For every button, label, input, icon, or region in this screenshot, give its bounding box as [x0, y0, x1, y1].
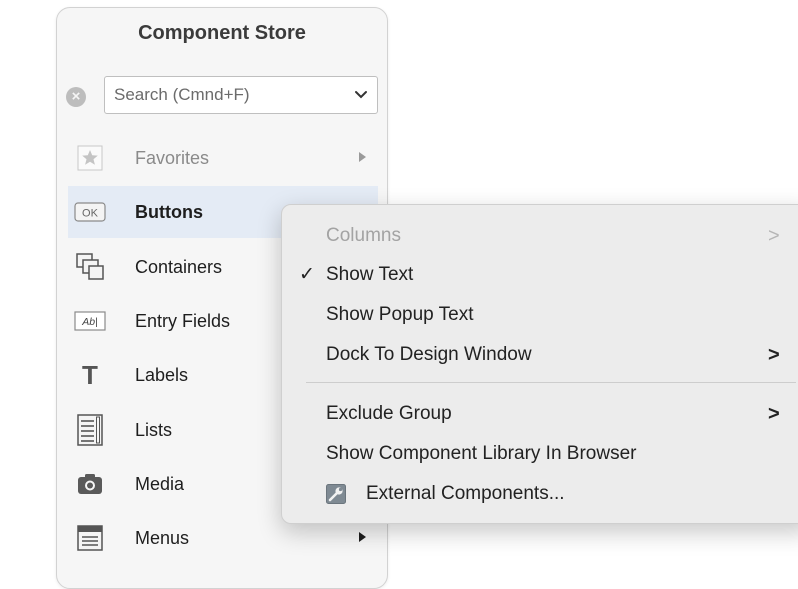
- category-label: Labels: [135, 365, 189, 385]
- stacked-windows-icon: [68, 241, 112, 293]
- menu-item-exclude-group[interactable]: Exclude Group >: [282, 394, 798, 434]
- panel-title: Component Store: [138, 21, 306, 44]
- menu-item-label: Dock To Design Window: [326, 344, 532, 365]
- category-label: Containers: [135, 257, 223, 277]
- t-icon-glyph: T: [82, 359, 98, 390]
- menu-item-columns[interactable]: Columns >: [282, 216, 798, 256]
- search-box: [104, 76, 378, 114]
- menu-item-label: Columns: [326, 225, 401, 246]
- menu-window-icon: [68, 512, 112, 564]
- context-menu: Columns > ✓ Show Text Show Popup Text Do…: [281, 204, 798, 524]
- menu-item-external-components[interactable]: External Components...: [282, 474, 798, 514]
- category-label: Lists: [135, 420, 173, 440]
- menu-item-show-popup-text[interactable]: Show Popup Text: [282, 295, 798, 335]
- search-input[interactable]: [105, 77, 354, 113]
- menu-item-label: Show Popup Text: [326, 304, 474, 325]
- text-field-icon: Ab|: [68, 295, 112, 347]
- menu-item-show-text[interactable]: ✓ Show Text: [282, 255, 798, 295]
- menu-item-show-component-library[interactable]: Show Component Library In Browser: [282, 434, 798, 474]
- ab-icon-text: Ab|: [81, 316, 98, 328]
- submenu-arrow-icon: [359, 152, 366, 162]
- category-label: Media: [135, 474, 185, 494]
- camera-icon: [68, 458, 112, 510]
- menu-item-label: Show Text: [326, 264, 414, 285]
- menu-separator: [306, 382, 796, 383]
- star-icon: [68, 132, 112, 184]
- menu-item-label: Show Component Library In Browser: [326, 443, 637, 464]
- wrench-icon: [326, 484, 346, 504]
- category-label: Favorites: [135, 148, 210, 168]
- checkmark-icon: ✓: [299, 264, 315, 285]
- text-t-icon: T: [68, 349, 112, 401]
- chevron-right-icon: >: [768, 403, 780, 425]
- category-label: Entry Fields: [135, 311, 231, 331]
- category-label: Buttons: [135, 202, 203, 222]
- ok-icon-text: OK: [82, 208, 99, 220]
- list-icon: [68, 404, 112, 456]
- chevron-right-icon: >: [768, 225, 780, 247]
- category-favorites[interactable]: Favorites: [68, 132, 378, 184]
- chevron-down-icon[interactable]: [354, 90, 368, 100]
- category-label: Menus: [135, 528, 190, 548]
- search-row: ×: [57, 76, 387, 116]
- menu-item-dock-to-design-window[interactable]: Dock To Design Window >: [282, 335, 798, 375]
- chevron-right-icon: >: [768, 344, 780, 366]
- menu-item-label: Exclude Group: [326, 403, 452, 424]
- ok-button-icon: OK: [68, 186, 112, 238]
- clear-search-icon[interactable]: ×: [66, 87, 86, 107]
- submenu-arrow-icon: [359, 532, 366, 542]
- menu-item-label: External Components...: [366, 483, 565, 504]
